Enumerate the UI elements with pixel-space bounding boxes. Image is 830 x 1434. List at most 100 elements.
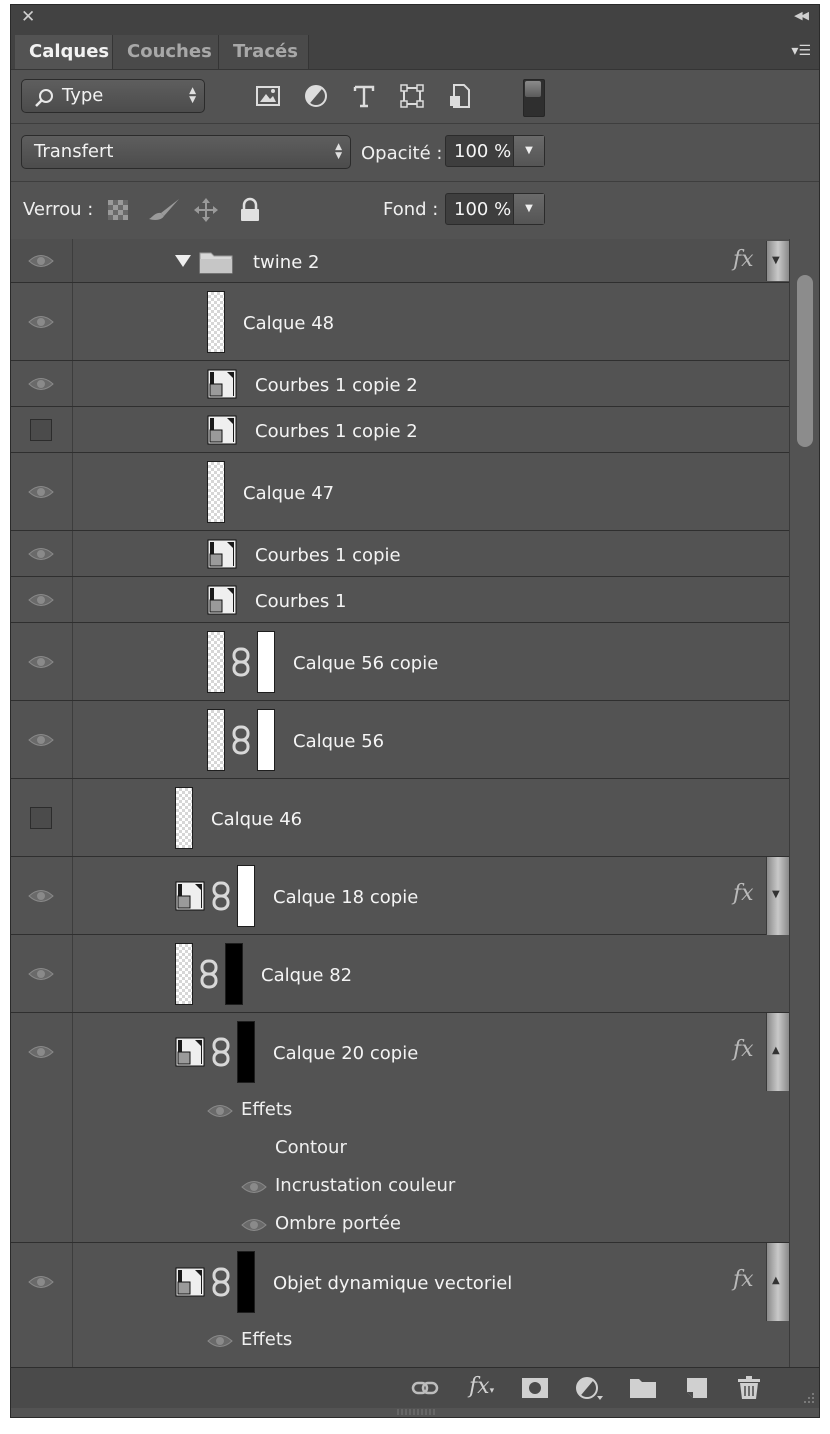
eye-icon[interactable]: [28, 888, 54, 904]
effects-label[interactable]: Effets: [241, 1329, 292, 1350]
scrollbar[interactable]: [789, 239, 819, 1367]
layer-row[interactable]: Calque 82: [11, 935, 789, 1013]
lock-transparent-icon[interactable]: [105, 197, 131, 223]
tab-traces[interactable]: Tracés: [219, 35, 309, 69]
eye-icon[interactable]: [28, 1274, 54, 1290]
eye-icon[interactable]: [28, 253, 54, 269]
eye-icon[interactable]: [28, 546, 54, 562]
type-filter-icon[interactable]: [351, 83, 377, 109]
layer-name: Calque 56: [293, 731, 385, 752]
visibility-off-box[interactable]: [30, 419, 52, 441]
new-adjustment-icon[interactable]: [575, 1376, 603, 1400]
effects-eye-icon[interactable]: [207, 1103, 233, 1119]
layer-row[interactable]: Courbes 1 copie 2: [11, 361, 789, 407]
layer-mask-thumbnail[interactable]: [237, 1021, 255, 1083]
layer-row[interactable]: Calque 47: [11, 453, 789, 531]
mask-link-icon[interactable]: [211, 1037, 231, 1067]
lock-paint-icon[interactable]: [147, 197, 181, 223]
effect-item[interactable]: Incrustation couleur: [275, 1175, 455, 1196]
mask-link-icon[interactable]: [211, 881, 231, 911]
layer-row[interactable]: Calque 46: [11, 779, 789, 857]
smart-object-filter-icon[interactable]: [447, 83, 473, 109]
tab-couches[interactable]: Couches: [113, 35, 219, 69]
eye-icon[interactable]: [28, 484, 54, 500]
lock-all-icon[interactable]: [237, 197, 263, 223]
panel-menu-icon[interactable]: ▾☰: [791, 43, 811, 59]
opacity-field[interactable]: 100 % ▼: [445, 135, 545, 167]
opacity-dropdown-icon[interactable]: ▼: [513, 136, 544, 166]
eye-icon[interactable]: [28, 966, 54, 982]
effects-label[interactable]: Effets: [241, 1099, 292, 1120]
layer-mask-thumbnail[interactable]: [225, 943, 243, 1005]
eye-icon[interactable]: [28, 1044, 54, 1060]
effect-eye-icon[interactable]: [241, 1217, 267, 1233]
eye-icon[interactable]: [28, 376, 54, 392]
layer-row[interactable]: Courbes 1 copie: [11, 531, 789, 577]
blend-row: Transfert ▲ ▼ Opacité : 100 % ▼: [11, 123, 819, 182]
link-layers-icon[interactable]: [411, 1376, 439, 1400]
visibility-column: [11, 453, 73, 530]
fx-collapse-toggle[interactable]: ▲: [766, 1013, 789, 1091]
delete-layer-icon[interactable]: [735, 1376, 763, 1400]
mask-link-icon[interactable]: [231, 647, 251, 677]
lock-position-icon[interactable]: [193, 197, 219, 223]
layer-row-group[interactable]: twine 2 fx ▼: [11, 239, 789, 283]
eye-icon[interactable]: [28, 654, 54, 670]
layer-mask-thumbnail[interactable]: [237, 865, 255, 927]
layer-row[interactable]: Calque 18 copie fx ▼: [11, 857, 789, 935]
layer-name: Calque 20 copie: [273, 1043, 419, 1064]
effect-item[interactable]: Ombre portée: [275, 1213, 401, 1234]
effect-item[interactable]: Contour: [275, 1137, 347, 1158]
panel-resize-handle-icon[interactable]: [396, 1407, 436, 1417]
adjustment-filter-icon[interactable]: [303, 83, 329, 109]
blend-mode-select[interactable]: Transfert ▲ ▼: [21, 135, 351, 169]
resize-grip-icon[interactable]: [799, 1388, 815, 1404]
close-icon[interactable]: ✕: [21, 8, 35, 26]
layer-row-with-effects[interactable]: Objet dynamique vectoriel fx ▲ Effets: [11, 1243, 789, 1367]
eye-icon[interactable]: [28, 732, 54, 748]
layer-mask-thumbnail[interactable]: [237, 1251, 255, 1313]
image-filter-icon[interactable]: [255, 83, 281, 109]
filter-type-select[interactable]: Type ▲ ▼: [21, 79, 205, 113]
layer-name: Calque 82: [261, 965, 353, 986]
collapse-icon[interactable]: ◀◀: [794, 9, 809, 22]
fill-field[interactable]: 100 % ▼: [445, 193, 545, 225]
filter-toggle-switch[interactable]: [523, 79, 545, 117]
fx-expand-toggle[interactable]: ▼: [766, 857, 789, 935]
group-expand-triangle-icon[interactable]: [175, 255, 191, 267]
visibility-off-box[interactable]: [30, 807, 52, 829]
effect-eye-icon[interactable]: [241, 1179, 267, 1195]
layer-row[interactable]: Calque 56: [11, 701, 789, 779]
eye-icon[interactable]: [28, 592, 54, 608]
new-group-icon[interactable]: [629, 1376, 657, 1400]
fx-icon[interactable]: fx: [733, 881, 754, 906]
effects-eye-icon[interactable]: [207, 1333, 233, 1349]
add-mask-icon[interactable]: [521, 1376, 549, 1400]
eye-icon[interactable]: [28, 314, 54, 330]
fx-expand-toggle[interactable]: ▼: [766, 241, 789, 281]
layer-row[interactable]: Courbes 1: [11, 577, 789, 623]
add-style-icon[interactable]: fx▾: [469, 1374, 494, 1399]
lock-label: Verrou :: [23, 199, 94, 220]
scrollbar-thumb[interactable]: [797, 275, 813, 447]
mask-link-icon[interactable]: [199, 959, 219, 989]
layer-row[interactable]: Calque 56 copie: [11, 623, 789, 701]
fill-dropdown-icon[interactable]: ▼: [513, 194, 544, 224]
layer-row[interactable]: Courbes 1 copie 2: [11, 407, 789, 453]
layer-row-with-effects[interactable]: Calque 20 copie fx ▲ Effets Contour Incr…: [11, 1013, 789, 1243]
layer-mask-thumbnail[interactable]: [257, 631, 275, 693]
visibility-column: [11, 577, 73, 622]
shape-filter-icon[interactable]: [399, 83, 425, 109]
new-layer-icon[interactable]: [683, 1376, 711, 1400]
fx-icon[interactable]: fx: [733, 1267, 754, 1292]
fx-collapse-toggle[interactable]: ▲: [766, 1243, 789, 1321]
opacity-label: Opacité :: [361, 143, 443, 164]
mask-link-icon[interactable]: [211, 1267, 231, 1297]
fx-icon[interactable]: fx: [733, 247, 754, 272]
layer-row[interactable]: Calque 48: [11, 283, 789, 361]
fill-value: 100 %: [454, 199, 512, 220]
tab-calques[interactable]: Calques: [15, 35, 113, 69]
mask-link-icon[interactable]: [231, 725, 251, 755]
fx-icon[interactable]: fx: [733, 1037, 754, 1062]
layer-mask-thumbnail[interactable]: [257, 709, 275, 771]
